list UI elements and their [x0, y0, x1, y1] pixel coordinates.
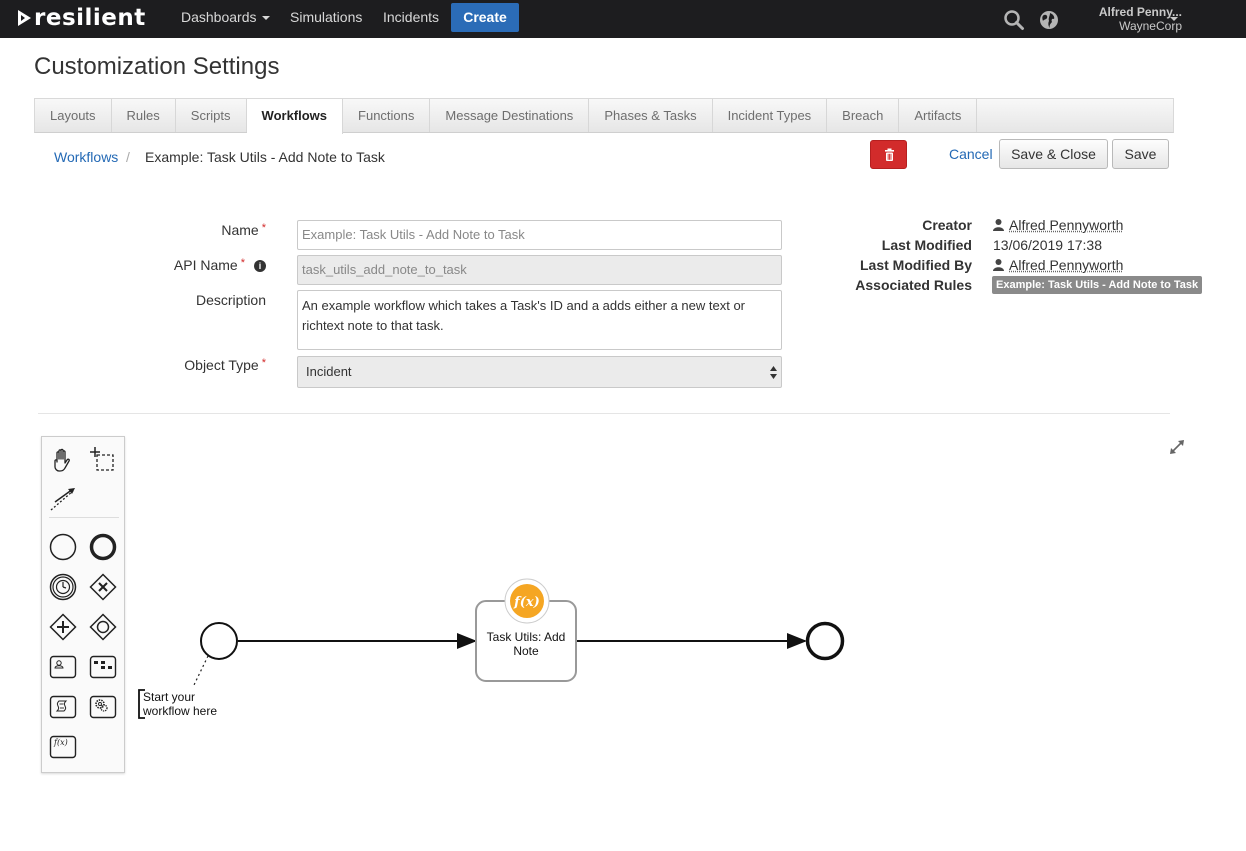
service-task-icon[interactable]: [89, 693, 117, 721]
start-event-icon[interactable]: [49, 533, 77, 561]
api-name-label: API Name * i: [66, 257, 266, 273]
settings-tabs: Layouts Rules Scripts Workflows Function…: [34, 98, 1174, 134]
associated-rule-badge[interactable]: Example: Task Utils - Add Note to Task: [992, 276, 1203, 294]
task-label-line-2: Note: [513, 644, 539, 658]
info-icon[interactable]: i: [254, 260, 266, 272]
palette-divider: [49, 517, 119, 518]
bpmn-palette: f(x): [41, 436, 125, 773]
nav-dashboards[interactable]: Dashboards: [181, 0, 270, 38]
brand-mark-icon: [18, 10, 31, 26]
tab-workflows[interactable]: Workflows: [246, 99, 344, 134]
inclusive-gateway-icon[interactable]: [89, 613, 117, 641]
associated-rules-label: Associated Rules: [855, 277, 972, 293]
creator-name[interactable]: Alfred Pennyworth: [1009, 217, 1123, 233]
last-modified-value: 13/06/2019 17:38: [993, 237, 1102, 253]
breadcrumb-separator: /: [126, 149, 130, 165]
lasso-tool-icon[interactable]: [89, 446, 117, 474]
api-name-field: task_utils_add_note_to_task: [297, 255, 782, 285]
function-icon: f(x): [513, 595, 540, 610]
start-event[interactable]: [200, 622, 238, 660]
name-label: Name *: [221, 222, 266, 238]
subprocess-icon[interactable]: [89, 653, 117, 681]
creator-label: Creator: [922, 217, 972, 233]
tab-functions[interactable]: Functions: [343, 99, 431, 132]
tab-message-destinations[interactable]: Message Destinations: [430, 99, 590, 132]
function-task[interactable]: Task Utils: Add Note f(x): [475, 578, 577, 682]
globe-icon[interactable]: [1038, 9, 1060, 31]
annotation-line-2: workflow here: [142, 704, 217, 718]
script-task-icon[interactable]: [49, 693, 77, 721]
function-task-icon[interactable]: f(x): [49, 733, 77, 761]
tab-scripts[interactable]: Scripts: [176, 99, 247, 132]
breadcrumb-current: Example: Task Utils - Add Note to Task: [145, 149, 385, 165]
connect-tool-icon[interactable]: [49, 485, 77, 513]
user-menu-chevron-icon[interactable]: [1170, 17, 1178, 21]
user-icon: [993, 219, 1004, 231]
task-label-line-1: Task Utils: Add: [487, 630, 566, 644]
parallel-gateway-icon[interactable]: [49, 613, 77, 641]
user-icon: [993, 259, 1004, 271]
user-menu[interactable]: Alfred Penny... WayneCorp: [1070, 5, 1182, 33]
last-modified-by-label: Last Modified By: [859, 257, 972, 273]
workflow-canvas[interactable]: Task Utils: Add Note f(x) Start your wor…: [125, 420, 1205, 820]
creator-value: Alfred Pennyworth: [993, 217, 1123, 233]
trash-icon: [885, 148, 894, 161]
description-field[interactable]: An example workflow which takes a Task's…: [297, 290, 782, 350]
modified-by-name[interactable]: Alfred Pennyworth: [1009, 257, 1123, 273]
breadcrumb-workflows-link[interactable]: Workflows: [54, 149, 118, 165]
user-org: WayneCorp: [1119, 19, 1182, 33]
tab-phases-tasks[interactable]: Phases & Tasks: [589, 99, 713, 132]
search-icon[interactable]: [1003, 9, 1025, 31]
object-type-value: Incident: [306, 364, 352, 379]
required-mark: *: [261, 357, 266, 369]
create-button[interactable]: Create: [451, 3, 519, 32]
section-divider: [38, 413, 1170, 414]
tab-breach[interactable]: Breach: [827, 99, 900, 132]
save-button[interactable]: Save: [1112, 139, 1169, 169]
name-field[interactable]: Example: Task Utils - Add Note to Task: [297, 220, 782, 250]
user-name: Alfred Penny...: [1098, 5, 1182, 19]
nav-incidents[interactable]: Incidents: [383, 0, 439, 38]
object-type-select[interactable]: Incident: [297, 356, 782, 388]
brand-name: resilient: [34, 5, 146, 31]
last-modified-label: Last Modified: [881, 237, 972, 253]
end-event[interactable]: [805, 621, 845, 661]
save-close-button[interactable]: Save & Close: [999, 139, 1108, 169]
hand-tool-icon[interactable]: [49, 446, 77, 474]
required-mark: *: [261, 222, 266, 234]
chevron-down-icon: [261, 16, 270, 21]
timer-event-icon[interactable]: [49, 573, 77, 601]
annotation-line-1: Start your: [143, 690, 195, 704]
end-event-icon[interactable]: [89, 533, 117, 561]
brand-logo[interactable]: resilient: [18, 5, 146, 31]
object-type-label: Object Type *: [184, 357, 266, 373]
tab-rules[interactable]: Rules: [112, 99, 176, 132]
page-title: Customization Settings: [34, 53, 280, 80]
tab-incident-types[interactable]: Incident Types: [713, 99, 828, 132]
last-modified-by-value: Alfred Pennyworth: [993, 257, 1123, 273]
tab-artifacts[interactable]: Artifacts: [899, 99, 978, 132]
exclusive-gateway-icon[interactable]: [89, 573, 117, 601]
tab-layouts[interactable]: Layouts: [35, 99, 112, 132]
description-label: Description: [195, 292, 266, 308]
svg-text:f(x): f(x): [53, 738, 68, 747]
annotation-association: [193, 655, 209, 686]
top-navbar: resilient Dashboards Simulations Inciden…: [0, 0, 1246, 38]
nav-dashboards-label: Dashboards: [181, 9, 257, 25]
user-task-icon[interactable]: [49, 653, 77, 681]
delete-button[interactable]: [870, 140, 907, 169]
expand-icon[interactable]: [1170, 440, 1184, 454]
nav-simulations[interactable]: Simulations: [290, 0, 362, 38]
required-mark: *: [240, 257, 245, 269]
cancel-link[interactable]: Cancel: [949, 146, 993, 162]
select-arrows-icon: [770, 366, 777, 379]
